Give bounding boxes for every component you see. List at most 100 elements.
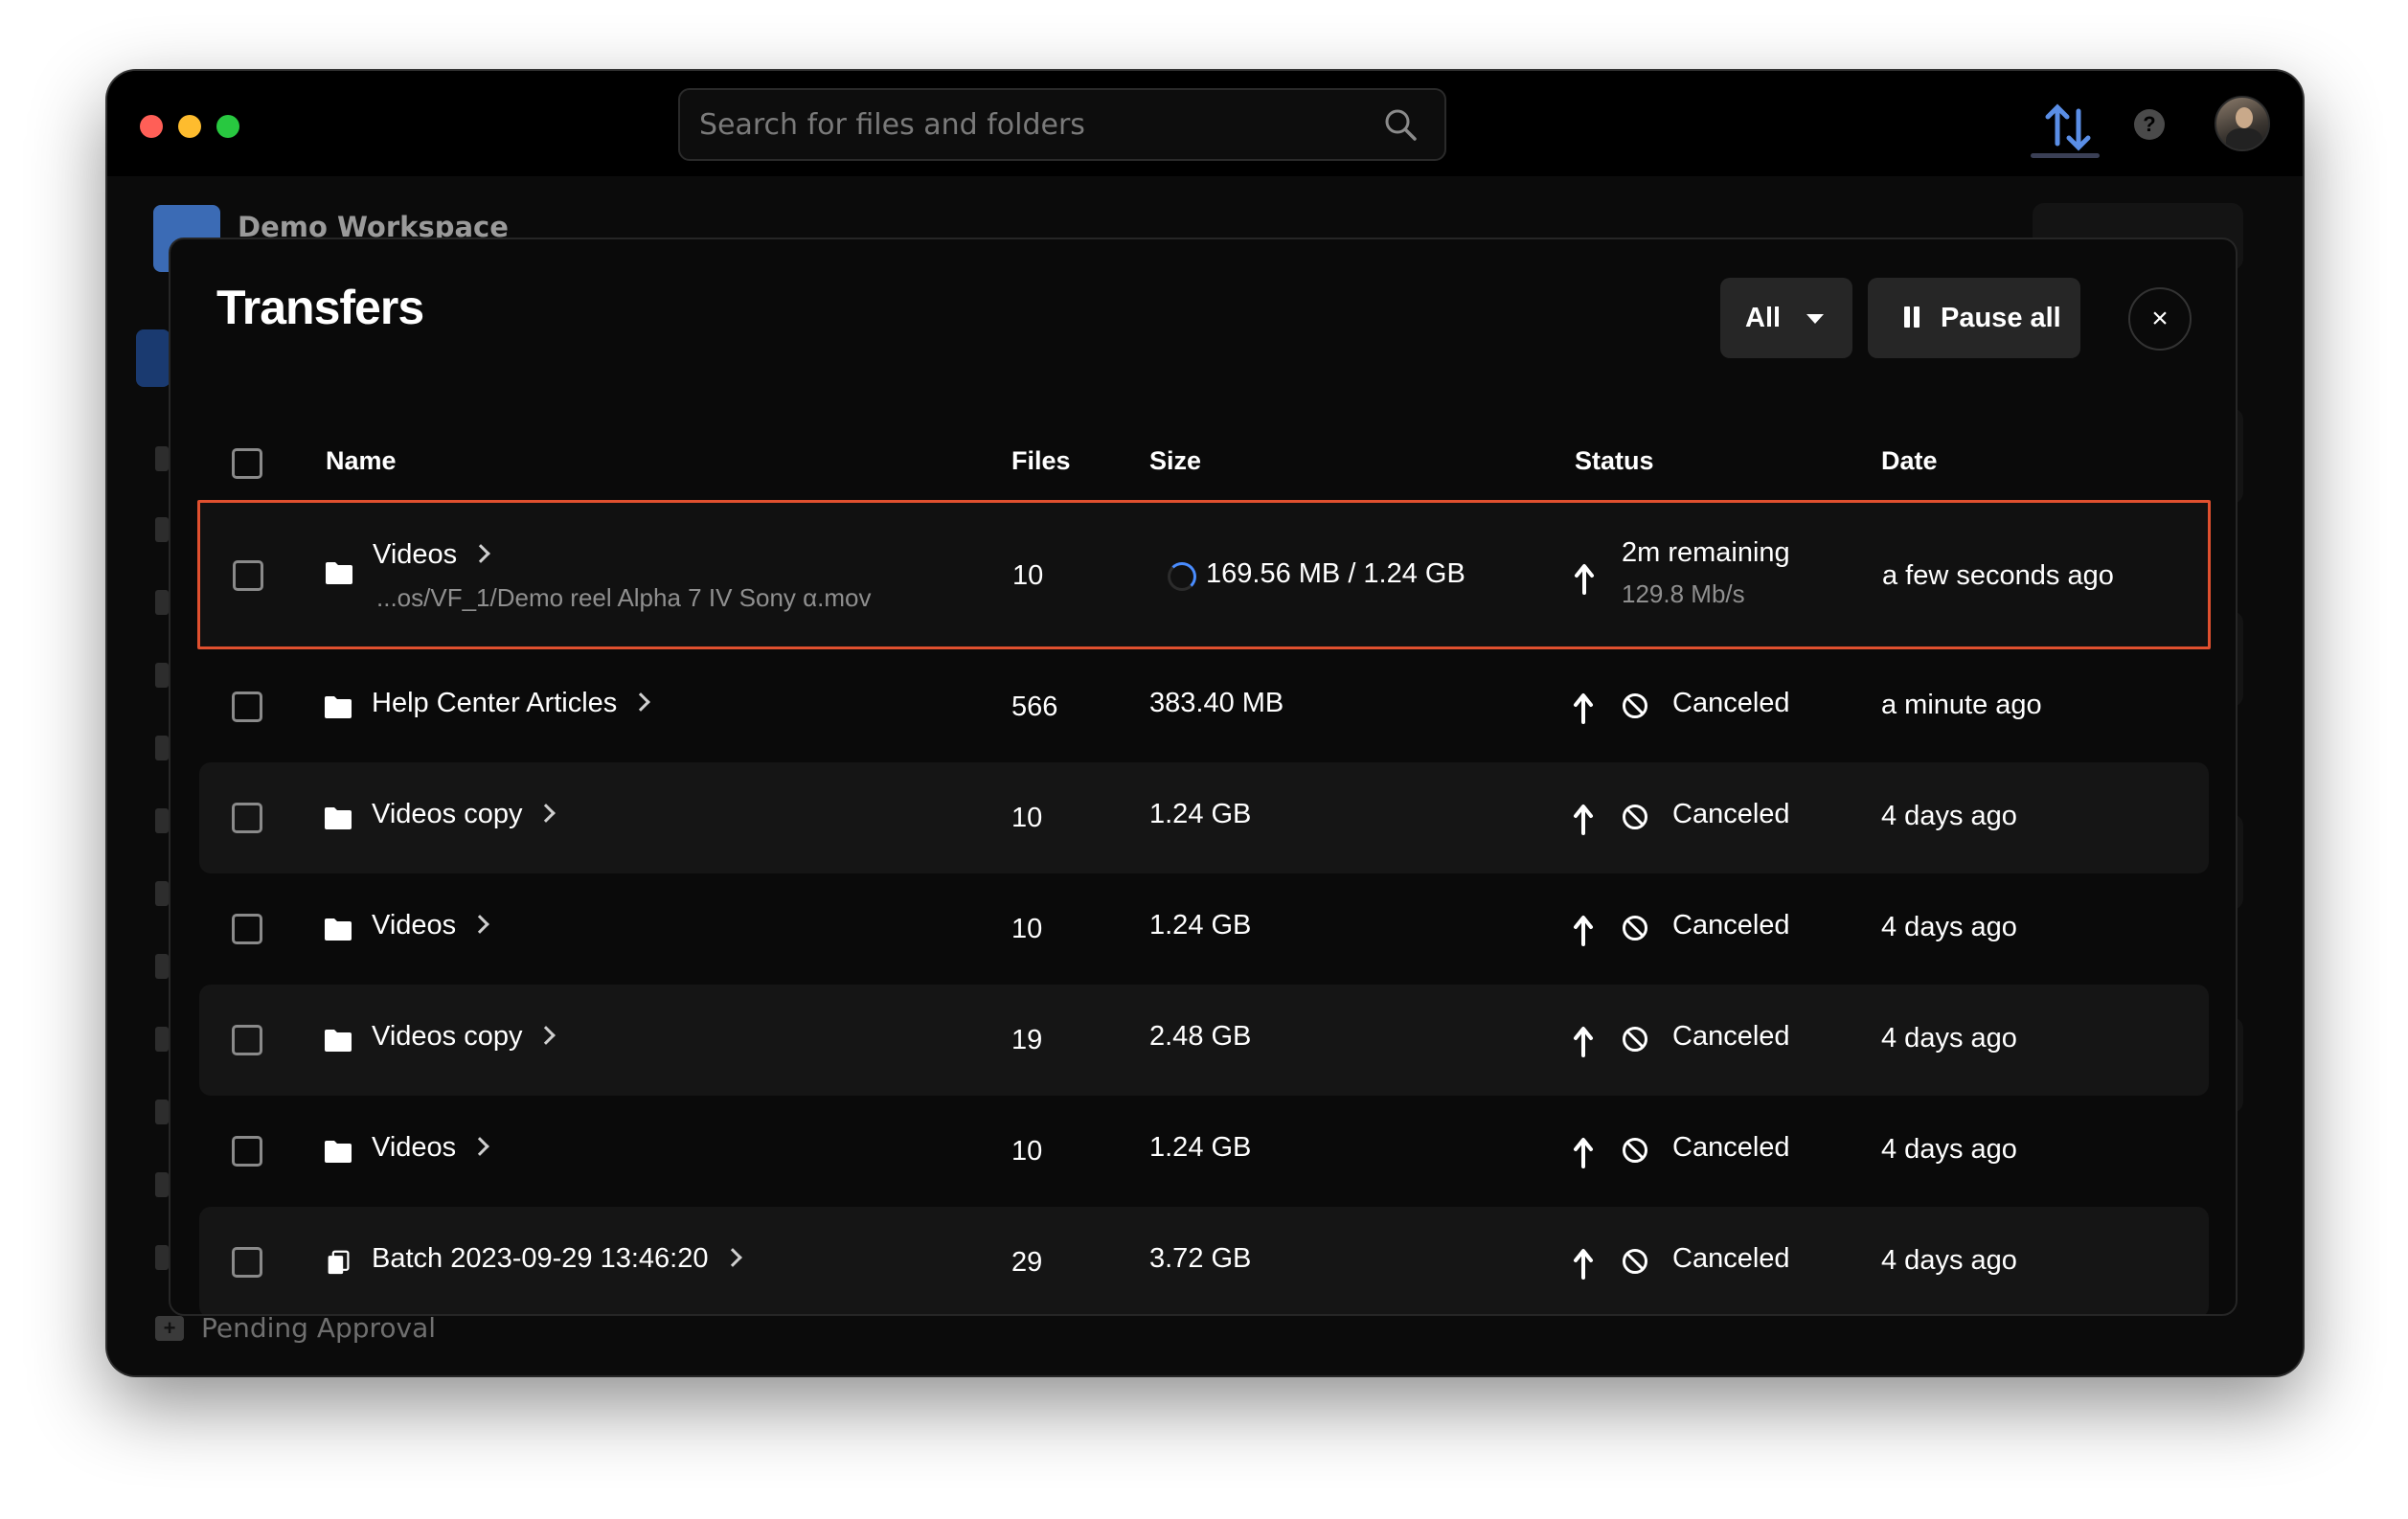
upload-arrow-icon (1574, 693, 1593, 724)
user-avatar[interactable] (2215, 96, 2270, 151)
row-name[interactable]: Help Center Articles (372, 688, 651, 719)
sidebar-item[interactable] (155, 1172, 169, 1197)
row-name[interactable]: Videos (373, 539, 491, 571)
search-bar[interactable] (678, 88, 1446, 161)
question-icon[interactable]: ? (2134, 109, 2165, 140)
sidebar-item[interactable] (155, 590, 169, 615)
folder-icon (325, 1141, 352, 1163)
sidebar-item[interactable] (155, 808, 169, 833)
pause-all-button[interactable]: Pause all (1868, 278, 2080, 358)
row-checkbox[interactable] (232, 803, 262, 833)
chevron-right-icon (536, 1026, 557, 1045)
app-window: ? Demo Workspace + Pending Approval Tran… (107, 71, 2303, 1375)
close-window-button[interactable] (140, 115, 163, 138)
minimize-window-button[interactable] (178, 115, 201, 138)
sidebar-item[interactable] (155, 736, 169, 760)
pause-icon (1902, 306, 1921, 328)
chevron-right-icon (471, 544, 491, 563)
select-all-checkbox[interactable] (232, 448, 262, 479)
upload-arrow-icon (1575, 564, 1594, 595)
prohibit-icon (1623, 916, 1647, 941)
sidebar-item[interactable] (155, 1027, 169, 1052)
row-date: a few seconds ago (1882, 560, 2114, 591)
sidebar-item[interactable] (155, 881, 169, 906)
table-row[interactable]: Videos 10 1.24 GB Canceled 4 days ago (199, 873, 2209, 985)
row-date: a minute ago (1881, 690, 2042, 720)
row-checkbox[interactable] (232, 1247, 262, 1278)
upload-arrow-icon (1574, 805, 1593, 835)
sidebar-item[interactable] (155, 517, 169, 542)
row-checkbox[interactable] (232, 1025, 262, 1055)
row-transfer-rate: 129.8 Mb/s (1622, 579, 1745, 608)
prohibit-icon (1623, 1027, 1647, 1052)
table-row[interactable]: Help Center Articles 566 383.40 MB Cance… (199, 651, 2209, 762)
close-icon[interactable]: × (2128, 287, 2192, 351)
row-name[interactable]: Videos (372, 910, 490, 941)
row-size: 1.24 GB (1149, 910, 1252, 941)
row-files: 29 (1011, 1247, 1043, 1278)
folder-icon (326, 562, 352, 584)
column-header-size[interactable]: Size (1149, 446, 1201, 476)
chevron-right-icon (631, 692, 651, 712)
row-status: Canceled (1672, 910, 1790, 941)
row-checkbox[interactable] (232, 1136, 262, 1167)
row-status: 2m remaining (1622, 537, 1790, 568)
chevron-right-icon (536, 804, 557, 823)
column-header-date[interactable]: Date (1881, 446, 1938, 476)
folder-icon (325, 1030, 352, 1052)
table-row[interactable]: Batch 2023-09-29 13:46:20 29 3.72 GB Can… (199, 1207, 2209, 1314)
row-date: 4 days ago (1881, 1023, 2017, 1054)
filter-label: All (1745, 302, 1782, 333)
row-name[interactable]: Batch 2023-09-29 13:46:20 (372, 1243, 742, 1275)
row-checkbox[interactable] (232, 691, 262, 722)
row-size: 1.24 GB (1149, 1132, 1252, 1163)
pause-all-label: Pause all (1941, 302, 2061, 333)
sidebar-item[interactable] (155, 954, 169, 979)
up-down-arrows-icon[interactable] (2034, 100, 2101, 157)
table-row[interactable]: Videos ...os/VF_1/Demo reel Alpha 7 IV S… (197, 500, 2211, 649)
row-file-path: ...os/VF_1/Demo reel Alpha 7 IV Sony α.m… (376, 583, 872, 612)
column-header-name[interactable]: Name (326, 446, 397, 476)
column-header-status[interactable]: Status (1575, 446, 1654, 476)
filter-dropdown[interactable]: All (1720, 278, 1852, 358)
sidebar-active-tab[interactable] (136, 329, 170, 387)
row-files: 10 (1011, 803, 1043, 833)
row-name[interactable]: Videos copy (372, 799, 557, 830)
row-name[interactable]: Videos (372, 1132, 490, 1164)
row-checkbox[interactable] (233, 560, 263, 591)
row-date: 4 days ago (1881, 1134, 2017, 1165)
transfers-modal: Transfers All Pause all × Name Files Siz… (169, 238, 2238, 1316)
row-files: 19 (1011, 1025, 1043, 1055)
sidebar-item[interactable] (155, 1245, 169, 1270)
row-name[interactable]: Videos copy (372, 1021, 557, 1053)
sidebar-item[interactable] (155, 1100, 169, 1124)
column-header-files[interactable]: Files (1011, 446, 1071, 476)
table-row[interactable]: Videos copy 10 1.24 GB Canceled 4 days a… (199, 762, 2209, 873)
table-row[interactable]: Videos 10 1.24 GB Canceled 4 days ago (199, 1096, 2209, 1207)
table-header: Name Files Size Status Date (170, 427, 2236, 494)
row-date: 4 days ago (1881, 912, 2017, 942)
sidebar-item-pending-approval[interactable]: Pending Approval (201, 1312, 436, 1344)
row-size: 169.56 MB / 1.24 GB (1206, 558, 1465, 589)
row-status: Canceled (1672, 1132, 1790, 1163)
sidebar-item[interactable] (155, 446, 169, 471)
row-checkbox[interactable] (232, 914, 262, 944)
row-status: Canceled (1672, 688, 1790, 718)
row-size: 3.72 GB (1149, 1243, 1252, 1274)
table-row[interactable]: Videos copy 19 2.48 GB Canceled 4 days a… (199, 985, 2209, 1096)
title-bar: ? (107, 71, 2303, 176)
folder-icon (325, 696, 352, 718)
sidebar-item[interactable] (155, 663, 169, 688)
upload-arrow-icon (1574, 1249, 1593, 1280)
prohibit-icon (1623, 1249, 1647, 1274)
maximize-window-button[interactable] (216, 115, 239, 138)
prohibit-icon (1623, 1138, 1647, 1163)
chevron-right-icon (470, 915, 490, 934)
files-stack-icon (328, 1250, 350, 1275)
chevron-right-icon (722, 1248, 742, 1267)
search-input[interactable] (699, 90, 1370, 159)
prohibit-icon (1623, 693, 1647, 718)
modal-title: Transfers (216, 281, 424, 334)
prohibit-icon (1623, 805, 1647, 829)
search-icon[interactable] (1383, 107, 1418, 142)
